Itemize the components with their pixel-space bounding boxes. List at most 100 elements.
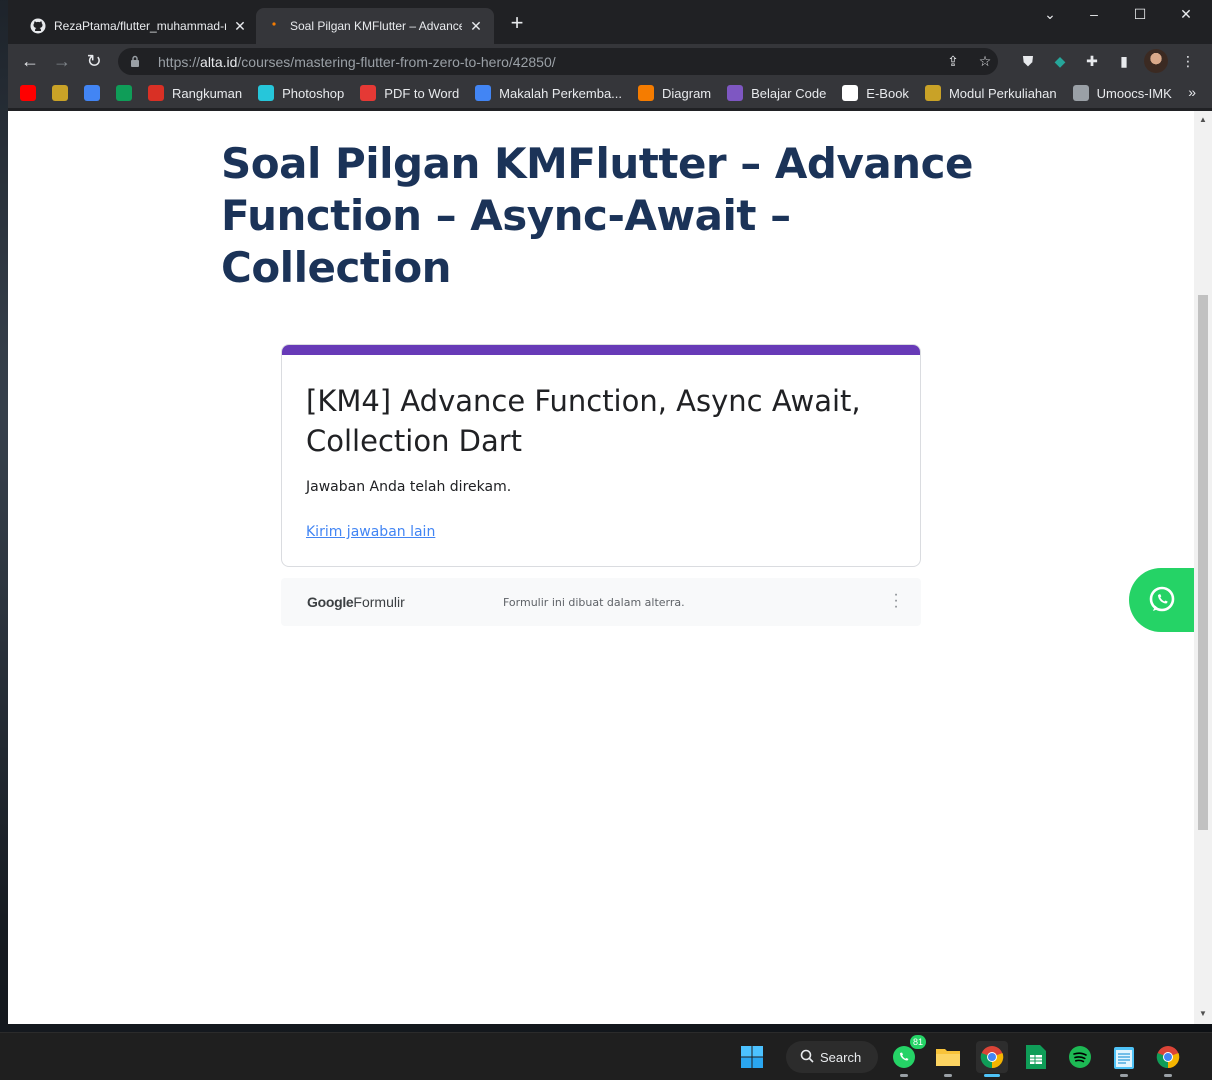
scroll-up-icon[interactable]: ▲ [1198,115,1208,125]
github-icon [30,18,46,34]
close-window-button[interactable]: ✕ [1166,6,1206,26]
taskbar-notepad[interactable] [1108,1041,1140,1077]
bookmark-label: Modul Perkuliahan [948,85,1057,101]
tab-title: Soal Pilgan KMFlutter – Advance [290,19,462,33]
taskbar-file-explorer[interactable] [932,1041,964,1077]
bookmark-label: Makalah Perkemba... [499,85,623,101]
new-tab-button[interactable]: + [506,12,528,35]
taskbar-chrome-profile[interactable] [1152,1041,1184,1077]
bookmark-item[interactable]: Modul Perkuliahan [924,85,1057,101]
taskbar-google-sheets[interactable] [1020,1041,1052,1073]
bookmark-item[interactable]: Photoshop [258,85,344,101]
search-icon [800,1049,814,1066]
bookmark-label: Belajar Code [751,85,827,101]
chrome-icon [1156,1046,1180,1069]
page-title: Soal Pilgan KMFlutter – Advance Function… [221,139,973,292]
tab-close-icon[interactable]: ✕ [232,18,248,34]
running-indicator [944,1074,952,1077]
tab-github[interactable]: RezaPtama/flutter_muhammad-r ✕ [20,8,258,44]
more-menu-icon[interactable]: ⋮ [1178,51,1198,71]
tab-close-icon[interactable]: ✕ [468,18,484,34]
bookmark-label: Umoocs-IMK [1096,85,1172,101]
sheets-icon [1026,1045,1046,1069]
taskbar-search[interactable]: Search [786,1041,878,1073]
v-icon [842,85,859,101]
browser-toolbar: ← → ↻ https://alta.id/courses/mastering-… [8,44,1212,78]
bookmarks-overflow-icon[interactable]: » [1188,84,1196,100]
form-title: [KM4] Advance Function, Async Await, Col… [306,384,861,458]
bookmark-label: Rangkuman [172,85,243,101]
bookmark-item[interactable]: E-Book [842,85,909,101]
running-indicator [1164,1074,1172,1077]
alta-icon [266,18,282,34]
folder-icon [936,1049,960,1066]
notepad-icon [1114,1047,1134,1069]
bookmark-item[interactable]: Belajar Code [727,85,826,101]
bookmark-item[interactable] [84,85,100,101]
start-button[interactable] [736,1041,768,1073]
lock-icon [130,55,144,69]
google-forms-footer: GoogleFormulir Formulir ini dibuat dalam… [281,578,921,626]
bookmark-item[interactable]: Umoocs-IMK [1072,85,1172,101]
scroll-thumb[interactable] [1198,295,1208,830]
diagram-icon [638,85,655,101]
bookmark-label: Photoshop [282,85,345,101]
page-viewport: Soal Pilgan KMFlutter – Advance Function… [8,111,1212,1024]
submit-another-response-link[interactable]: Kirim jawaban lain [306,524,435,540]
maximize-button[interactable]: ☐ [1120,6,1160,26]
docs-icon [475,85,492,101]
chrome-icon [980,1046,1004,1069]
form-accent-bar [282,345,920,355]
side-panel-icon[interactable]: ▮ [1114,51,1134,71]
google-form-card: [KM4] Advance Function, Async Await, Col… [281,344,921,567]
back-icon[interactable]: ← [18,49,42,73]
extension-icon[interactable]: ◆ [1050,51,1070,71]
photoshop-icon [258,85,275,101]
globe-icon [1072,85,1089,101]
campus-seal-icon [52,85,68,101]
url-path: /courses/mastering-flutter-from-zero-to-… [237,53,556,70]
bookmark-item[interactable]: Diagram [638,85,711,101]
tab-title: RezaPtama/flutter_muhammad-r [54,19,226,33]
bolt-icon [727,85,744,101]
bookmark-item[interactable]: PDF to Word [360,85,459,101]
bookmark-item[interactable] [20,85,36,101]
active-indicator [984,1074,1000,1077]
bookmark-item[interactable] [52,85,68,101]
taskbar-chrome-active[interactable] [976,1041,1008,1077]
bookmark-label: E-Book [866,85,909,101]
minimize-button[interactable]: – [1074,6,1114,26]
bookmark-item[interactable]: Makalah Perkemba... [475,85,622,101]
heart-icon [360,85,377,101]
profile-avatar[interactable] [1144,49,1168,73]
notification-badge: 81 [909,1035,926,1049]
reload-icon[interactable]: ↻ [82,49,106,73]
bookmark-label: Diagram [662,85,712,101]
url-scheme: https:// [158,53,201,70]
bookmark-item[interactable] [116,85,132,101]
whatsapp-icon [1149,586,1175,612]
more-options-icon[interactable]: · · · [891,587,901,615]
scroll-down-icon[interactable]: ▼ [1198,1009,1208,1019]
browser-window: RezaPtama/flutter_muhammad-r ✕ Soal Pilg… [8,0,1212,1024]
page-scrollbar[interactable]: ▲ ▼ [1194,111,1212,1024]
cloud-icon [148,85,164,101]
windows-logo-icon [741,1046,763,1068]
shield-extension-icon[interactable]: ⛊ [1018,51,1038,71]
google-forms-logo: GoogleFormulir [307,594,405,610]
bookmark-star-icon[interactable]: ☆ [976,53,994,71]
taskbar-whatsapp[interactable]: 81 [888,1035,926,1077]
whatsapp-chat-button[interactable] [1129,568,1195,632]
running-indicator [900,1074,908,1077]
taskbar-spotify[interactable] [1064,1041,1096,1073]
bookmark-item[interactable]: Rangkuman [148,85,242,101]
bookmarks-bar: Rangkuman Photoshop PDF to Word Makalah Per… [8,78,1212,108]
puzzle-icon[interactable]: ✚ [1082,51,1102,71]
windows-taskbar: Search 81 [0,1032,1212,1080]
tab-search-button[interactable]: ⌄ [1030,6,1070,26]
forward-icon[interactable]: → [50,49,74,73]
tab-alta[interactable]: Soal Pilgan KMFlutter – Advance ✕ [256,8,494,44]
address-bar[interactable]: https://alta.id/courses/mastering-flutte… [118,48,998,75]
share-icon[interactable]: ⇪ [944,53,962,71]
url-host: alta.id [200,53,238,70]
